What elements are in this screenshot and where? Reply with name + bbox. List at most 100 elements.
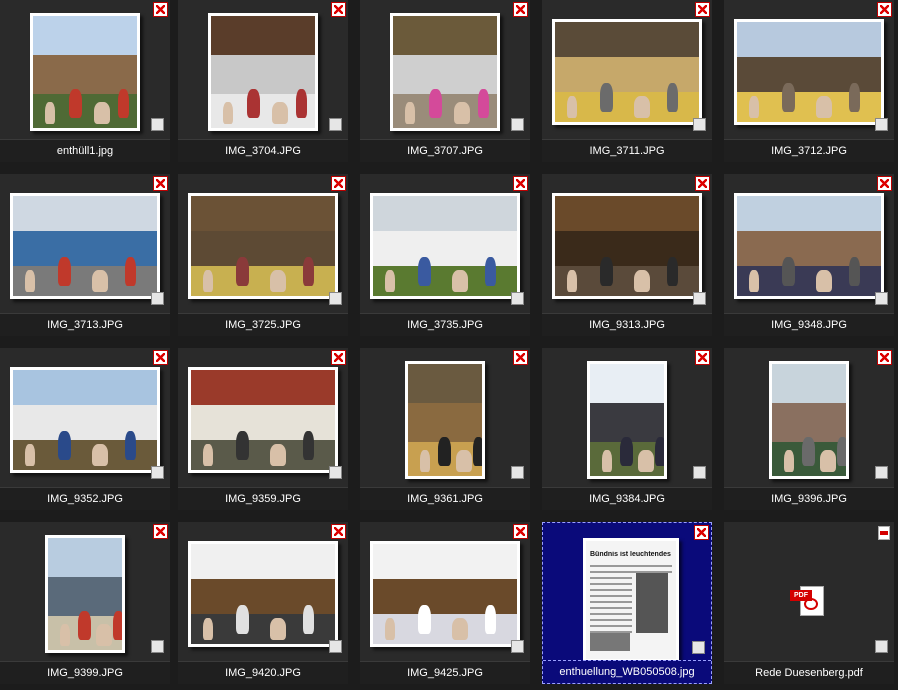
photo-thumbnail[interactable] bbox=[552, 19, 702, 125]
select-checkbox[interactable] bbox=[329, 640, 342, 653]
thumbnail-area[interactable] bbox=[0, 348, 170, 488]
select-checkbox[interactable] bbox=[875, 466, 888, 479]
photo-thumbnail[interactable] bbox=[208, 13, 318, 131]
thumbnail-area[interactable] bbox=[0, 0, 170, 140]
photo-region-sky bbox=[590, 364, 664, 404]
file-thumbnail-item[interactable]: IMG_9420.JPG bbox=[178, 522, 348, 684]
thumbnail-area[interactable] bbox=[724, 0, 894, 140]
photo-thumbnail[interactable] bbox=[188, 367, 338, 473]
text-line bbox=[590, 565, 672, 567]
image-type-icon bbox=[513, 176, 528, 191]
file-thumbnail-item[interactable]: IMG_9352.JPG bbox=[0, 348, 170, 510]
file-thumbnail-item[interactable]: Bündnis ist leuchtendes Vorbild enthuellu… bbox=[542, 522, 712, 684]
thumbnail-area[interactable] bbox=[724, 174, 894, 314]
file-thumbnail-item[interactable]: IMG_9359.JPG bbox=[178, 348, 348, 510]
file-thumbnail-item[interactable]: IMG_3704.JPG bbox=[178, 0, 348, 162]
file-thumbnail-item[interactable]: IMG_9313.JPG bbox=[542, 174, 712, 336]
select-checkbox[interactable] bbox=[329, 118, 342, 131]
file-thumbnail-item[interactable]: enthüll1.jpg bbox=[0, 0, 170, 162]
photo-thumbnail[interactable] bbox=[10, 193, 160, 299]
photo-thumbnail[interactable] bbox=[10, 367, 160, 473]
photo-thumbnail[interactable] bbox=[188, 541, 338, 647]
file-thumbnail-item[interactable]: IMG_3725.JPG bbox=[178, 174, 348, 336]
file-name-label: IMG_3712.JPG bbox=[724, 139, 894, 162]
file-thumbnail-item[interactable]: IMG_3712.JPG bbox=[724, 0, 894, 162]
photo-thumbnail[interactable] bbox=[45, 535, 125, 653]
file-thumbnail-item[interactable]: IMG_9425.JPG bbox=[360, 522, 530, 684]
thumbnail-area[interactable] bbox=[542, 0, 712, 140]
photo-region-mid bbox=[13, 405, 157, 440]
thumbnail-area[interactable] bbox=[542, 174, 712, 314]
photo-thumbnail[interactable] bbox=[370, 193, 520, 299]
photo-region-sky bbox=[555, 22, 699, 57]
thumbnail-area[interactable] bbox=[724, 348, 894, 488]
file-thumbnail-item[interactable]: PDF Rede Duesenberg.pdf bbox=[724, 522, 894, 684]
select-checkbox[interactable] bbox=[875, 118, 888, 131]
select-checkbox[interactable] bbox=[511, 292, 524, 305]
photo-thumbnail[interactable] bbox=[370, 541, 520, 647]
file-thumbnail-item[interactable]: IMG_3711.JPG bbox=[542, 0, 712, 162]
thumbnail-area[interactable] bbox=[178, 522, 348, 662]
photo-thumbnail[interactable] bbox=[587, 361, 667, 479]
thumbnail-area[interactable]: Bündnis ist leuchtendes Vorbild bbox=[543, 523, 713, 663]
file-thumbnail-item[interactable]: IMG_9361.JPG bbox=[360, 348, 530, 510]
select-checkbox[interactable] bbox=[875, 292, 888, 305]
file-thumbnail-item[interactable]: IMG_9396.JPG bbox=[724, 348, 894, 510]
photo-figure bbox=[269, 618, 286, 640]
newspaper-headline: Bündnis ist leuchtendes Vorbild bbox=[590, 551, 672, 558]
photo-region-mid bbox=[13, 231, 157, 266]
select-checkbox[interactable] bbox=[329, 466, 342, 479]
thumbnail-area[interactable] bbox=[360, 0, 530, 140]
photo-figure bbox=[478, 89, 490, 118]
image-type-icon bbox=[331, 350, 346, 365]
file-name-label: IMG_9348.JPG bbox=[724, 313, 894, 336]
photo-thumbnail[interactable] bbox=[390, 13, 500, 131]
newspaper-photo bbox=[590, 633, 630, 651]
file-thumbnail-item[interactable]: IMG_3707.JPG bbox=[360, 0, 530, 162]
text-line bbox=[590, 583, 632, 585]
select-checkbox[interactable] bbox=[693, 466, 706, 479]
select-checkbox[interactable] bbox=[511, 466, 524, 479]
select-checkbox[interactable] bbox=[692, 641, 705, 654]
photo-figure bbox=[236, 257, 250, 286]
photo-figure bbox=[485, 257, 496, 286]
select-checkbox[interactable] bbox=[151, 292, 164, 305]
thumbnail-area[interactable] bbox=[178, 0, 348, 140]
select-checkbox[interactable] bbox=[151, 118, 164, 131]
photo-thumbnail[interactable] bbox=[552, 193, 702, 299]
newspaper-thumbnail[interactable]: Bündnis ist leuchtendes Vorbild bbox=[583, 538, 679, 662]
photo-thumbnail[interactable] bbox=[405, 361, 485, 479]
thumbnail-area[interactable] bbox=[360, 522, 530, 662]
photo-region-sky bbox=[48, 538, 122, 578]
thumbnail-area[interactable]: PDF bbox=[724, 522, 894, 662]
select-checkbox[interactable] bbox=[511, 118, 524, 131]
select-checkbox[interactable] bbox=[511, 640, 524, 653]
thumbnail-area[interactable] bbox=[178, 174, 348, 314]
image-type-icon bbox=[877, 2, 892, 17]
select-checkbox[interactable] bbox=[693, 292, 706, 305]
photo-figure bbox=[95, 624, 112, 646]
thumbnail-area[interactable] bbox=[360, 348, 530, 488]
file-thumbnail-item[interactable]: IMG_3735.JPG bbox=[360, 174, 530, 336]
thumbnail-area[interactable] bbox=[360, 174, 530, 314]
pdf-file-icon[interactable]: PDF bbox=[790, 584, 826, 620]
select-checkbox[interactable] bbox=[151, 640, 164, 653]
file-thumbnail-item[interactable]: IMG_9399.JPG bbox=[0, 522, 170, 684]
select-checkbox[interactable] bbox=[693, 118, 706, 131]
select-checkbox[interactable] bbox=[151, 466, 164, 479]
thumbnail-area[interactable] bbox=[0, 174, 170, 314]
thumbnail-area[interactable] bbox=[542, 348, 712, 488]
photo-thumbnail[interactable] bbox=[734, 19, 884, 125]
file-thumbnail-item[interactable]: IMG_9384.JPG bbox=[542, 348, 712, 510]
photo-thumbnail[interactable] bbox=[188, 193, 338, 299]
thumbnail-area[interactable] bbox=[0, 522, 170, 662]
photo-thumbnail[interactable] bbox=[30, 13, 140, 131]
file-thumbnail-item[interactable]: IMG_9348.JPG bbox=[724, 174, 894, 336]
file-thumbnail-item[interactable]: IMG_3713.JPG bbox=[0, 174, 170, 336]
photo-thumbnail[interactable] bbox=[769, 361, 849, 479]
photo-thumbnail[interactable] bbox=[734, 193, 884, 299]
select-checkbox[interactable] bbox=[329, 292, 342, 305]
photo-figure bbox=[602, 450, 612, 472]
select-checkbox[interactable] bbox=[875, 640, 888, 653]
thumbnail-area[interactable] bbox=[178, 348, 348, 488]
